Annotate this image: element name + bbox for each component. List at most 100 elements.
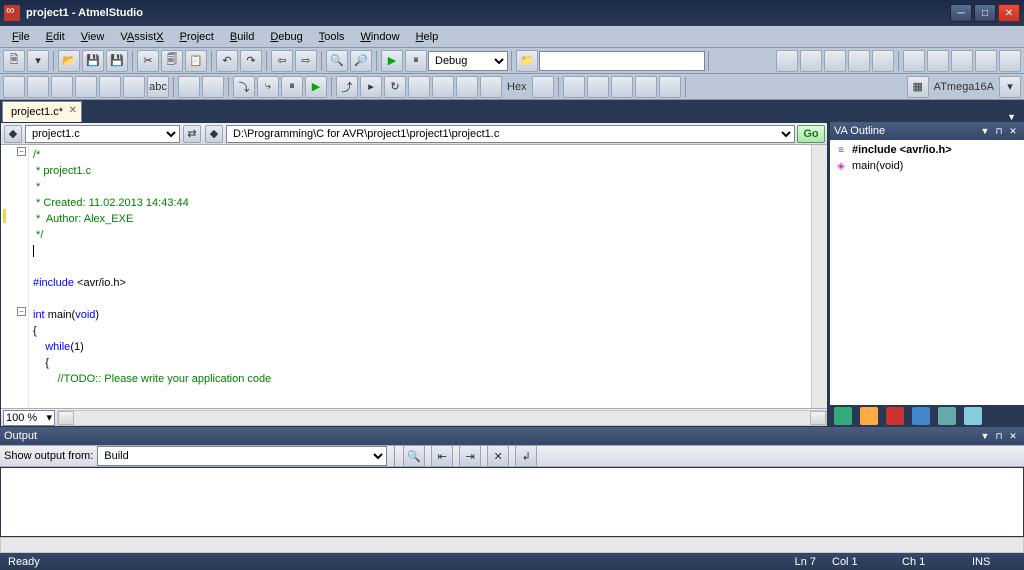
editor-vscroll[interactable] [811,145,827,408]
tb2-v-icon[interactable] [611,76,633,98]
tb-j-icon[interactable] [999,50,1021,72]
step-out-icon[interactable]: ⤴ [336,76,358,98]
tb2-e-icon[interactable] [99,76,121,98]
va-tool-1-icon[interactable] [834,407,852,425]
output-header[interactable]: Output ▼ ⊓ ✕ [0,427,1024,445]
tb2-u-icon[interactable] [587,76,609,98]
gutter[interactable]: − − [1,145,29,408]
va-tool-5-icon[interactable] [938,407,956,425]
menu-file[interactable]: File [4,29,38,45]
tb-h-icon[interactable] [951,50,973,72]
nav-back-icon[interactable]: ⇦ [271,50,293,72]
code-text[interactable]: /* * project1.c * * Created: 11.02.2013 … [29,145,271,408]
output-wrap-icon[interactable]: ↲ [515,445,537,467]
save-all-icon[interactable]: 💾 [106,50,128,72]
menu-project[interactable]: Project [172,29,222,45]
nav-left-icon[interactable]: ◆ [4,125,22,143]
output-prev-icon[interactable]: ⇤ [431,445,453,467]
panel-pin-icon[interactable]: ⊓ [992,126,1006,137]
tb2-g-icon[interactable]: abc [147,76,169,98]
va-item-main[interactable]: ◈ main(void) [832,158,1022,174]
output-source-combo[interactable]: Build [97,446,387,466]
menu-vassistx[interactable]: VAssistX [112,29,171,45]
redo-icon[interactable]: ↷ [240,50,262,72]
tb2-a-icon[interactable] [3,76,25,98]
search-input[interactable] [539,51,705,71]
go-button[interactable]: Go [797,125,825,143]
tb2-q-icon[interactable] [456,76,478,98]
menu-debug[interactable]: Debug [262,29,310,45]
panel-menu-icon[interactable]: ▼ [978,126,992,136]
find-in-files-icon[interactable]: 🔎 [350,50,372,72]
output-text[interactable] [0,467,1024,537]
va-tool-4-icon[interactable] [912,407,930,425]
output-clear-icon[interactable]: ✕ [487,445,509,467]
output-next-icon[interactable]: ⇥ [459,445,481,467]
tb-c-icon[interactable] [824,50,846,72]
tab-project1-c[interactable]: project1.c* ✕ [2,101,82,122]
open-icon[interactable]: 📂 [58,50,80,72]
close-button[interactable]: ✕ [998,4,1020,22]
break-all-icon[interactable]: ⏸ [405,50,427,72]
nav-fwd-icon[interactable]: ⇨ [295,50,317,72]
nav-path-icon[interactable]: ◆ [205,125,223,143]
paste-icon[interactable]: 📋 [185,50,207,72]
tb2-f-icon[interactable] [123,76,145,98]
menu-tools[interactable]: Tools [311,29,353,45]
folder-icon[interactable]: 📁 [516,50,538,72]
zoom-combo[interactable]: 100 %▾ [3,410,55,426]
run-icon[interactable]: ▶ [305,76,327,98]
tb2-x-icon[interactable] [659,76,681,98]
tb2-i-icon[interactable] [202,76,224,98]
output-find-icon[interactable]: 🔍 [403,445,425,467]
va-tool-3-icon[interactable] [886,407,904,425]
tb-g-icon[interactable] [927,50,949,72]
output-hscroll[interactable] [0,537,1024,553]
device-icon[interactable]: ▦ [907,76,929,98]
tb-a-icon[interactable] [776,50,798,72]
fold-toggle-icon[interactable]: − [17,307,26,316]
new-file-icon[interactable]: ▾ [27,50,49,72]
menu-window[interactable]: Window [352,29,407,45]
tb2-c-icon[interactable] [51,76,73,98]
step-over-icon[interactable]: ⤵ [233,76,255,98]
va-outline-body[interactable]: ≡ #include <avr/io.h> ◈ main(void) [830,140,1024,405]
va-tool-6-icon[interactable] [964,407,982,425]
tb2-h-icon[interactable] [178,76,200,98]
tb2-r-icon[interactable] [480,76,502,98]
restart-icon[interactable]: ↻ [384,76,406,98]
config-combo[interactable]: Debug [428,51,508,71]
tb-b-icon[interactable] [800,50,822,72]
tb2-s-icon[interactable] [532,76,554,98]
tb-i-icon[interactable] [975,50,997,72]
menu-build[interactable]: Build [222,29,262,45]
tb2-o-icon[interactable] [408,76,430,98]
minimize-button[interactable]: ─ [950,4,972,22]
tb-d-icon[interactable] [848,50,870,72]
va-item-include[interactable]: ≡ #include <avr/io.h> [832,142,1022,158]
nav-path-combo[interactable]: D:\Programming\C for AVR\project1\projec… [226,125,795,143]
tab-overflow-icon[interactable]: ▼ [1001,112,1022,122]
new-project-icon[interactable]: 🗎 [3,50,25,72]
va-outline-header[interactable]: VA Outline ▼ ⊓ ✕ [830,122,1024,140]
pause-icon[interactable]: ⏸ [281,76,303,98]
tb2-p-icon[interactable] [432,76,454,98]
fold-toggle-icon[interactable]: − [17,147,26,156]
step-into-icon[interactable]: ⤷ [257,76,279,98]
panel-menu-icon[interactable]: ▼ [978,431,992,441]
panel-pin-icon[interactable]: ⊓ [992,431,1006,442]
tb2-w-icon[interactable] [635,76,657,98]
start-debug-icon[interactable]: ▶ [381,50,403,72]
tb-e-icon[interactable] [872,50,894,72]
editor-hscroll[interactable] [57,410,827,426]
copy-icon[interactable]: 🗐 [161,50,183,72]
maximize-button[interactable]: □ [974,4,996,22]
menu-view[interactable]: View [73,29,113,45]
undo-icon[interactable]: ↶ [216,50,238,72]
va-tool-2-icon[interactable] [860,407,878,425]
menu-edit[interactable]: Edit [38,29,73,45]
code-editor[interactable]: − − /* * project1.c * * Created: 11.02.2… [1,145,811,408]
nav-left-combo[interactable]: project1.c [25,125,180,143]
save-icon[interactable]: 💾 [82,50,104,72]
device-dd-icon[interactable]: ▾ [999,76,1021,98]
